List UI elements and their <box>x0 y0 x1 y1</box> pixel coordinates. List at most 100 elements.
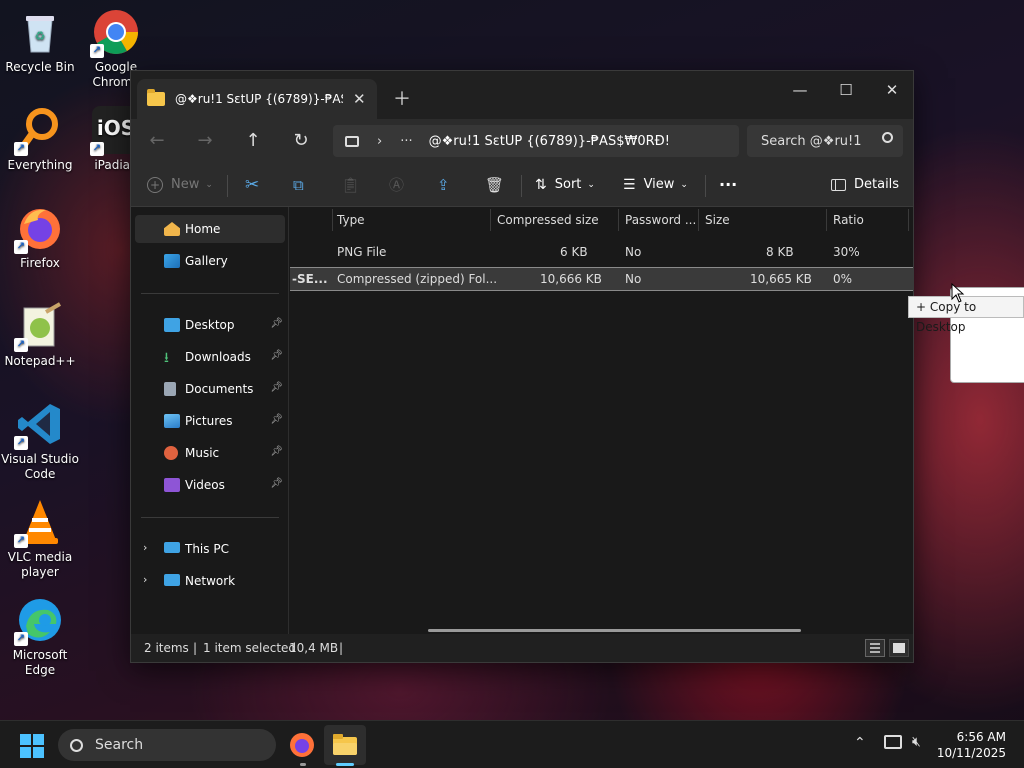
sidebar-item-documents[interactable]: Documents 📌︎ <box>135 375 285 403</box>
sidebar-item-desktop[interactable]: Desktop 📌︎ <box>135 311 285 339</box>
sidebar-item-this-pc[interactable]: › This PC <box>135 535 285 563</box>
download-arrow-icon: ⭳ <box>164 350 169 366</box>
toolbar-divider <box>521 175 522 197</box>
this-pc-icon <box>164 542 180 553</box>
tab-archive[interactable]: @❖ru!1 SɛtUP {(6789)}-₱AS$₩ ✕ <box>137 79 377 119</box>
cell-type: PNG File <box>337 245 387 259</box>
recycle-bin-icon: ♻ <box>16 8 64 56</box>
address-path[interactable]: @❖ru!1 SɛtUP {(6789)}-₱AS$₩0RĐ! <box>429 134 670 149</box>
cell-ratio: 30% <box>833 245 860 259</box>
paste-icon[interactable]: 📋︎ <box>341 169 360 201</box>
sidebar-item-music[interactable]: Music 📌︎ <box>135 439 285 467</box>
pin-icon[interactable]: 📌︎ <box>270 382 283 393</box>
desktop-icon-label: Recycle Bin <box>5 60 75 74</box>
pin-icon[interactable]: 📌︎ <box>270 478 283 489</box>
desktop-icon-label: Firefox <box>20 256 60 270</box>
up-arrow-icon[interactable]: ↑ <box>235 123 271 159</box>
speaker-muted-icon[interactable]: 🔇︎ <box>912 734 921 750</box>
column-divider[interactable] <box>332 209 333 231</box>
table-row[interactable]: PNG File 6 KB No 8 KB 30% <box>290 241 913 263</box>
chevron-down-icon: ⌄ <box>680 180 688 190</box>
column-divider[interactable] <box>618 209 619 231</box>
desktop-icon-edge[interactable]: ↗ Microsoft Edge <box>0 596 80 678</box>
new-button[interactable]: + New ⌄ <box>147 169 213 201</box>
column-header-password[interactable]: Password ... <box>625 213 696 227</box>
table-row-selected[interactable]: -SE... Compressed (zipped) Fol... 10,666… <box>290 267 913 291</box>
pin-icon[interactable]: 📌︎ <box>270 318 283 329</box>
sort-button[interactable]: ⇅ Sort ⌄ <box>535 169 595 201</box>
sidebar-item-home[interactable]: Home <box>135 215 285 243</box>
toolbar-divider <box>227 175 228 197</box>
pin-icon[interactable]: 📌︎ <box>270 414 283 425</box>
tab-close-icon[interactable]: ✕ <box>353 90 366 108</box>
delete-icon[interactable]: 🗑︎ <box>485 169 504 201</box>
forward-arrow-icon[interactable]: → <box>187 123 223 159</box>
column-header-size[interactable]: Size <box>705 213 730 227</box>
cell-compressed-size: 10,666 KB <box>540 272 602 286</box>
column-divider[interactable] <box>826 209 827 231</box>
show-hidden-icons-chevron-icon[interactable]: ⌃ <box>854 735 866 751</box>
sidebar-item-downloads[interactable]: ⭳ Downloads 📌︎ <box>135 343 285 371</box>
desktop-icon-label: Notepad++ <box>4 354 76 368</box>
desktop-icon-notepadpp[interactable]: ↗ Notepad++ <box>0 302 80 369</box>
display-icon[interactable] <box>884 735 902 749</box>
sidebar-item-network[interactable]: › Network <box>135 567 285 595</box>
rename-icon[interactable]: Ⓐ <box>389 169 404 201</box>
status-divider: | <box>193 641 198 655</box>
copy-icon[interactable]: ⧉ <box>293 169 304 201</box>
desktop-icon-everything[interactable]: ↗ Everything <box>0 106 80 173</box>
network-icon <box>164 574 180 586</box>
column-divider[interactable] <box>698 209 699 231</box>
close-button[interactable]: ✕ <box>869 75 915 105</box>
cell-password: No <box>625 272 642 286</box>
pin-icon[interactable]: 📌︎ <box>270 350 283 361</box>
view-button[interactable]: ☰ View ⌄ <box>623 169 688 201</box>
sidebar-item-gallery[interactable]: Gallery <box>135 247 285 275</box>
horizontal-scrollbar[interactable] <box>428 629 801 632</box>
column-header-type[interactable]: Type <box>337 213 365 227</box>
taskbar-search-box[interactable]: Search <box>58 729 276 761</box>
taskbar-firefox-icon[interactable] <box>288 730 316 761</box>
desktop-icon-firefox[interactable]: ↗ Firefox <box>0 204 80 271</box>
refresh-icon[interactable]: ↻ <box>283 123 319 159</box>
system-clock[interactable]: 6:56 AM 10/11/2025 <box>937 729 1006 761</box>
address-bar[interactable]: › ··· @❖ru!1 SɛtUP {(6789)}-₱AS$₩0RĐ! <box>333 125 739 157</box>
details-pane-button[interactable]: Details <box>831 169 899 201</box>
share-icon[interactable]: ⇪ <box>437 169 450 201</box>
maximize-button[interactable]: ☐ <box>823 75 869 105</box>
gallery-icon <box>164 254 180 268</box>
desktop-icon-vlc[interactable]: ↗ VLC media player <box>0 498 80 580</box>
expand-chevron-icon[interactable]: › <box>143 573 147 586</box>
address-overflow-button[interactable]: ··· <box>400 134 412 149</box>
pictures-icon <box>164 414 180 428</box>
chevron-down-icon: ⌄ <box>205 180 213 190</box>
back-arrow-icon[interactable]: ← <box>139 123 175 159</box>
column-divider[interactable] <box>908 209 909 231</box>
shortcut-arrow-icon: ↗ <box>14 534 28 548</box>
column-header-compressed-size[interactable]: Compressed size <box>497 213 599 227</box>
desktop-icon-recycle-bin[interactable]: ♻ Recycle Bin <box>0 8 80 75</box>
chevron-right-icon[interactable]: › <box>377 134 382 149</box>
home-icon <box>164 222 180 236</box>
new-label: New <box>171 177 200 192</box>
start-windows-icon[interactable] <box>20 734 44 761</box>
cut-icon[interactable]: ✂ <box>245 169 259 201</box>
minimize-button[interactable]: — <box>777 75 823 105</box>
sidebar-item-videos[interactable]: Videos 📌︎ <box>135 471 285 499</box>
new-tab-button[interactable]: ＋ <box>393 85 411 111</box>
see-more-button[interactable]: ··· <box>719 169 737 201</box>
tiles-view-icon[interactable] <box>889 639 909 657</box>
pin-icon[interactable]: 📌︎ <box>270 446 283 457</box>
expand-chevron-icon[interactable]: › <box>143 541 147 554</box>
taskbar-file-explorer-icon[interactable] <box>324 725 366 765</box>
running-indicator <box>300 763 306 766</box>
sidebar-item-pictures[interactable]: Pictures 📌︎ <box>135 407 285 435</box>
title-bar[interactable]: @❖ru!1 SɛtUP {(6789)}-₱AS$₩ ✕ ＋ — ☐ ✕ <box>131 71 913 119</box>
column-divider[interactable] <box>490 209 491 231</box>
desktop-icon-vscode[interactable]: ↗ Visual Studio Code <box>0 400 80 482</box>
details-view-icon[interactable] <box>865 639 885 657</box>
search-box[interactable]: Search @❖ru!1 <box>747 125 903 157</box>
column-header-ratio[interactable]: Ratio <box>833 213 864 227</box>
desktop-icon-label: VLC media player <box>7 550 73 579</box>
status-divider: | <box>339 641 344 655</box>
